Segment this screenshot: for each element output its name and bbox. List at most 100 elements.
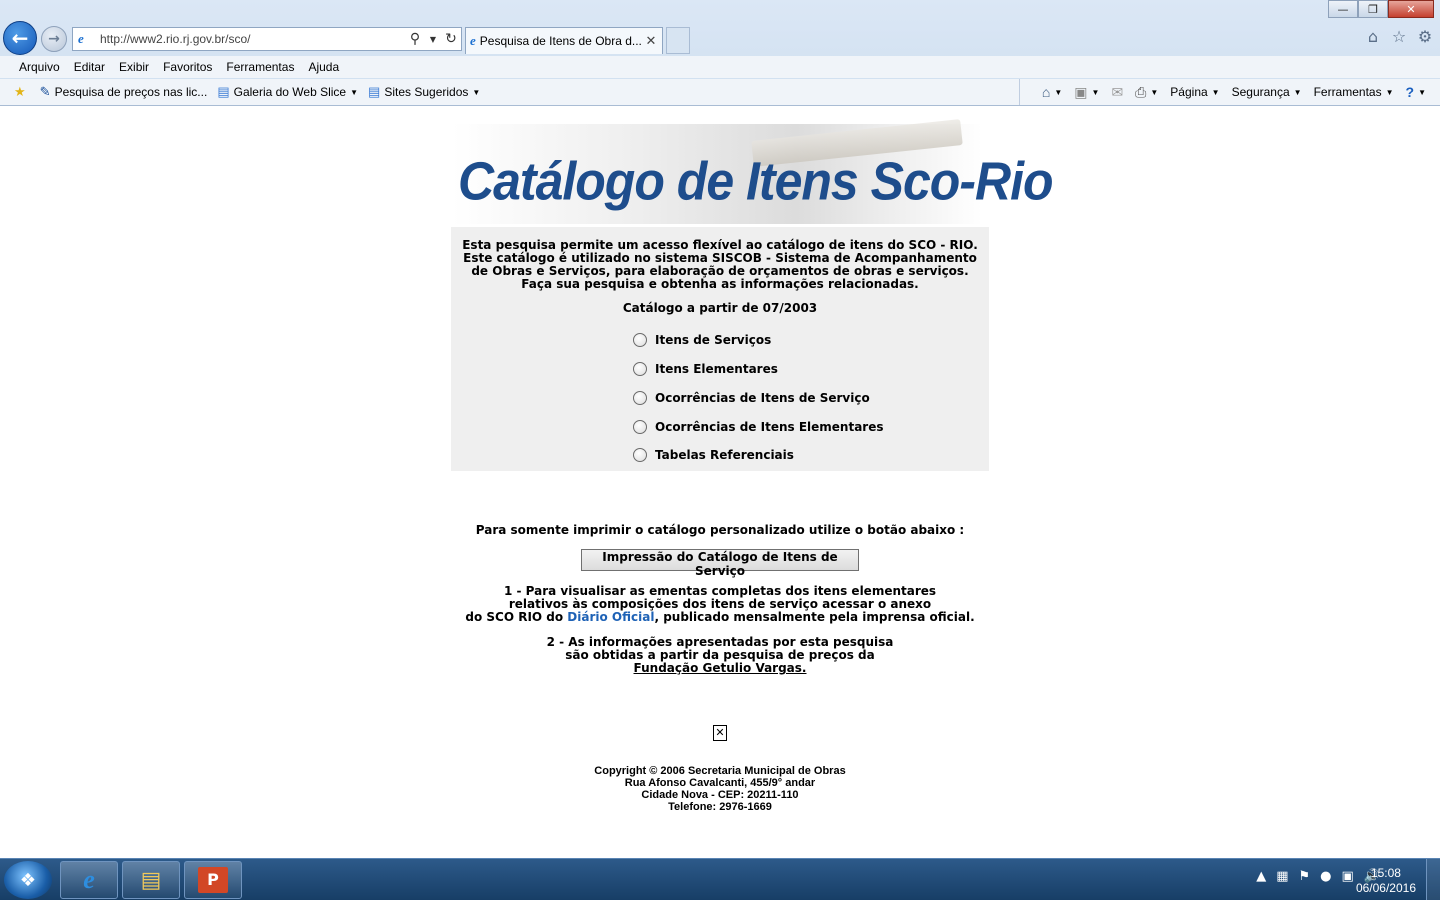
network-icon[interactable]: ▣	[1342, 869, 1354, 884]
menu-ajuda[interactable]: Ajuda	[301, 60, 346, 74]
forward-button[interactable]: →	[41, 26, 67, 52]
show-hidden-icons-icon[interactable]: ▲	[1256, 869, 1266, 884]
start-button[interactable]: ❖	[4, 861, 52, 899]
note-line: Fundação Getulio Vargas.	[0, 662, 1440, 675]
clock-date: 06/06/2016	[1355, 881, 1416, 895]
close-window-button[interactable]: ✕	[1388, 0, 1434, 18]
gear-icon[interactable]: ⚙	[1416, 28, 1434, 46]
browser-tool-icons: ⌂ ☆ ⚙	[1364, 28, 1434, 46]
address-bar[interactable]: e http://www2.rio.rj.gov.br/sco/ ⚲ ▼ ↻	[72, 27, 462, 51]
back-arrow-icon: ←	[11, 26, 29, 50]
rss-icon: ▣	[1074, 83, 1088, 100]
security-menu[interactable]: Segurança ▼	[1232, 85, 1302, 99]
window-controls: — ❐ ✕	[1328, 0, 1434, 18]
option-ocorrencias-servico[interactable]: Ocorrências de Itens de Serviço	[633, 391, 870, 405]
radio-button[interactable]	[633, 362, 647, 376]
fgv-link[interactable]: Fundação Getulio Vargas.	[634, 661, 807, 675]
suggested-sites-icon: ▤	[368, 84, 381, 99]
tools-menu-label: Ferramentas	[1313, 85, 1382, 99]
taskbar-internet-explorer[interactable]: e	[60, 861, 118, 899]
home-icon: ⌂	[1041, 84, 1051, 100]
windows-flag-icon[interactable]: ▦	[1276, 869, 1288, 884]
chevron-down-icon: ▼	[1211, 87, 1220, 97]
footer-line: Copyright © 2006 Secretaria Municipal de…	[594, 765, 846, 777]
page-menu-label: Página	[1170, 85, 1208, 99]
network-status-icon[interactable]: ●	[1320, 869, 1331, 884]
show-desktop-button[interactable]	[1426, 859, 1440, 900]
print-catalog-button[interactable]: Impressão do Catálogo de Itens de Serviç…	[581, 549, 859, 578]
menu-editar[interactable]: Editar	[67, 60, 112, 74]
restore-button[interactable]: ❐	[1358, 0, 1388, 18]
option-label: Ocorrências de Itens Elementares	[655, 420, 884, 434]
favorites-star-icon[interactable]: ☆	[1390, 28, 1408, 46]
taskbar-clock[interactable]: 15:08 06/06/2016	[1356, 866, 1416, 896]
search-icon[interactable]: ⚲	[407, 31, 423, 47]
taskbar-file-explorer[interactable]: ▤	[122, 861, 180, 899]
option-itens-elementares[interactable]: Itens Elementares	[633, 362, 778, 376]
chevron-down-icon: ▼	[1293, 87, 1302, 97]
option-label: Itens de Serviços	[655, 333, 772, 347]
print-button[interactable]: ⎙ ▼	[1135, 84, 1158, 101]
feeds-button[interactable]: ▣ ▼	[1074, 84, 1099, 101]
action-center-flag-icon[interactable]: ⚑	[1299, 869, 1311, 884]
mail-icon: ✉	[1111, 83, 1124, 100]
option-label: Itens Elementares	[655, 362, 778, 376]
favorite-web-slice-gallery[interactable]: ▤ Galeria do Web Slice ▼	[217, 84, 358, 100]
back-button[interactable]: ←	[3, 21, 37, 55]
folder-icon: ▤	[140, 867, 162, 893]
note-fgv: 2 - As informações apresentadas por esta…	[0, 636, 1440, 675]
new-tab-button[interactable]	[666, 27, 690, 54]
home-icon[interactable]: ⌂	[1364, 28, 1382, 46]
web-page: Catálogo de Itens Sco-Rio Esta pesquisa …	[0, 106, 1440, 858]
printer-icon: ⎙	[1135, 83, 1147, 100]
windows-taskbar: ❖ e ▤ P ▲ ▦ ⚑ ● ▣ 🔊 15:08 06/06/2016	[0, 858, 1440, 900]
menu-ferramentas[interactable]: Ferramentas	[219, 60, 301, 74]
minimize-button[interactable]: —	[1328, 0, 1358, 18]
option-label: Tabelas Referenciais	[655, 448, 794, 462]
note-line: do SCO RIO do Diário Oficial, publicado …	[0, 611, 1440, 624]
chevron-down-icon: ▼	[1091, 87, 1100, 97]
option-tabelas-referenciais[interactable]: Tabelas Referenciais	[633, 448, 794, 462]
radio-button[interactable]	[633, 333, 647, 347]
print-note: Para somente imprimir o catálogo persona…	[475, 523, 965, 537]
radio-button[interactable]	[633, 391, 647, 405]
radio-button[interactable]	[633, 448, 647, 462]
intro-text: Esta pesquisa permite um acesso flexível…	[451, 239, 989, 291]
chevron-down-icon: ▼	[1054, 87, 1063, 97]
note-text: do SCO RIO do	[465, 610, 568, 624]
link-icon: ✎	[39, 84, 51, 99]
radio-button[interactable]	[633, 420, 647, 434]
address-url[interactable]: http://www2.rio.rj.gov.br/sco/	[100, 32, 407, 46]
chevron-down-icon: ▼	[1385, 87, 1394, 97]
powerpoint-icon: P	[198, 867, 228, 893]
favorite-link-pesquisa[interactable]: ✎ Pesquisa de preços nas lic...	[40, 84, 208, 100]
favorites-star-button[interactable]: ★	[14, 84, 30, 100]
refresh-icon[interactable]: ↻	[443, 31, 459, 47]
favorite-suggested-sites[interactable]: ▤ Sites Sugeridos ▼	[368, 84, 480, 100]
option-itens-servicos[interactable]: Itens de Serviços	[633, 333, 771, 347]
page-menu[interactable]: Página ▼	[1170, 85, 1219, 99]
banner-title: Catálogo de Itens Sco-Rio	[458, 150, 1054, 212]
diario-oficial-link[interactable]: Diário Oficial	[567, 610, 654, 624]
menu-bar: Arquivo Editar Exibir Favoritos Ferramen…	[0, 56, 1440, 78]
menu-favoritos[interactable]: Favoritos	[156, 60, 219, 74]
catalog-since-text: Catálogo a partir de 07/2003	[622, 301, 818, 315]
option-ocorrencias-elementares[interactable]: Ocorrências de Itens Elementares	[633, 420, 884, 434]
footer-line: Rua Afonso Cavalcanti, 455/9° andar	[624, 777, 816, 789]
help-button[interactable]: ? ▼	[1406, 84, 1426, 100]
taskbar-powerpoint[interactable]: P	[184, 861, 242, 899]
dropdown-icon[interactable]: ▼	[425, 35, 441, 44]
home-button[interactable]: ⌂ ▼	[1042, 84, 1062, 100]
chevron-down-icon: ▼	[350, 87, 359, 97]
mail-button[interactable]: ✉	[1111, 84, 1123, 101]
tab-active[interactable]: e Pesquisa de Itens de Obra d... ✕	[465, 27, 663, 54]
intro-line: Faça sua pesquisa e obtenha as informaçõ…	[521, 277, 919, 291]
menu-arquivo[interactable]: Arquivo	[12, 60, 67, 74]
catalog-banner: Catálogo de Itens Sco-Rio	[452, 119, 1054, 224]
ie-page-icon: e	[78, 31, 84, 46]
tools-menu[interactable]: Ferramentas ▼	[1314, 85, 1394, 99]
favorite-label: Galeria do Web Slice	[233, 85, 347, 99]
close-tab-icon[interactable]: ✕	[644, 34, 658, 49]
menu-exibir[interactable]: Exibir	[112, 60, 156, 74]
tab-title: Pesquisa de Itens de Obra d...	[479, 34, 642, 48]
